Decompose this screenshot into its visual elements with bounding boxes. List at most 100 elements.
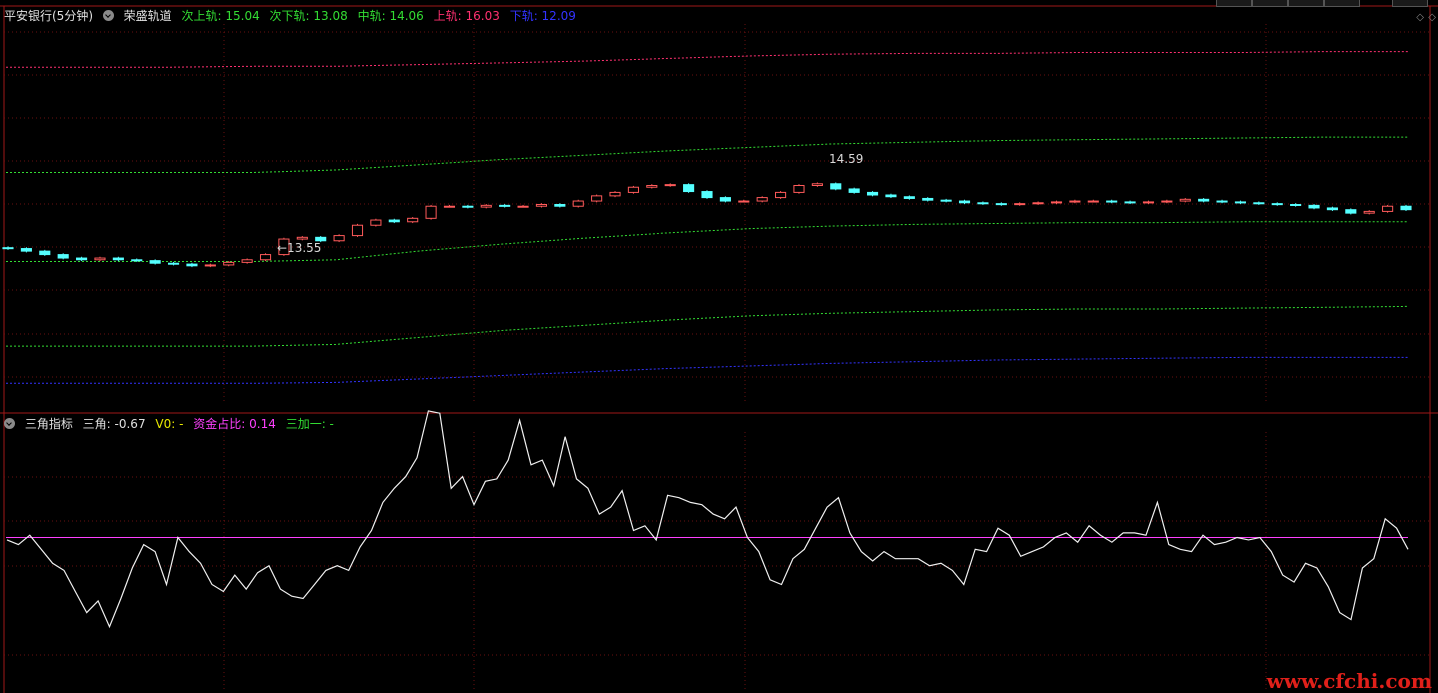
chart-canvas	[0, 0, 1438, 693]
candle-body	[462, 205, 474, 208]
toolbar-button[interactable]	[1216, 0, 1252, 7]
candle-body	[1142, 201, 1155, 204]
candle	[572, 199, 584, 208]
candle-body	[848, 188, 860, 193]
candle-body	[756, 197, 768, 202]
candle	[333, 234, 345, 243]
candle-body	[186, 263, 198, 267]
candle-body	[204, 264, 216, 267]
candle	[259, 253, 272, 262]
candle-body	[609, 191, 621, 197]
candle-body	[701, 191, 713, 199]
toolbar-button[interactable]	[1324, 0, 1360, 7]
candle	[425, 204, 437, 220]
high-price-marker: 14.59	[829, 152, 864, 166]
candle-body	[1179, 198, 1191, 202]
candle	[627, 185, 639, 194]
candle-body	[131, 259, 143, 262]
candle	[351, 223, 364, 237]
candle-body	[167, 262, 180, 265]
sub-label: 资金占比: 0.14	[193, 417, 276, 431]
candle-body	[517, 205, 529, 208]
candle-body	[39, 250, 51, 256]
candle	[775, 191, 787, 199]
candle-body	[57, 254, 69, 259]
candle-body	[2, 247, 14, 250]
candle-body	[683, 184, 695, 193]
candle-body	[1216, 200, 1228, 203]
candle-body	[793, 185, 805, 193]
candle-body	[149, 260, 161, 264]
indicator-menu-icon[interactable]	[102, 10, 114, 21]
stock-name[interactable]: 平安银行(5分钟)	[4, 9, 93, 23]
candle	[683, 183, 695, 193]
candle-body	[719, 197, 731, 202]
sub-indicator-name[interactable]: 三角指标	[25, 417, 73, 431]
candle-body	[76, 257, 88, 261]
candle-body	[1069, 200, 1081, 203]
candle-body	[223, 261, 235, 266]
candle	[407, 217, 419, 224]
candle-body	[1124, 201, 1136, 204]
candle-body	[1050, 201, 1063, 204]
indicator-name[interactable]: 荣盛轨道	[124, 9, 172, 23]
sub-indicator-menu-icon[interactable]	[4, 418, 15, 429]
candle-body	[572, 200, 584, 207]
candle-body	[554, 204, 566, 207]
candle	[609, 191, 621, 198]
candle-body	[333, 235, 345, 242]
candle-body	[443, 205, 456, 208]
candle-body	[1382, 205, 1394, 212]
candle-body	[1087, 200, 1099, 203]
candle-body	[1161, 200, 1173, 203]
candle-body	[811, 183, 823, 186]
candle	[756, 196, 768, 203]
candle	[591, 194, 603, 203]
candle-body	[977, 202, 989, 205]
candle-body	[480, 204, 492, 208]
candle-body	[885, 194, 897, 198]
band-label: 上轨: 16.03	[433, 9, 500, 23]
band-label: 次上轨: 15.04	[181, 9, 260, 23]
panel-switch-icon[interactable]: ◇	[1428, 10, 1436, 26]
candle	[848, 187, 860, 194]
candle-body	[1234, 201, 1247, 204]
candle-body	[535, 204, 548, 207]
candle-body	[1032, 202, 1044, 205]
panel-switch-icon[interactable]: ◇	[1416, 10, 1424, 26]
band-label: 次下轨: 13.08	[269, 9, 348, 23]
candle-body	[1326, 207, 1338, 211]
candle-body	[922, 197, 934, 201]
toolbar-button[interactable]	[1392, 0, 1428, 7]
sub-label: 三加一: -	[285, 417, 334, 431]
candle-body	[1198, 198, 1210, 202]
candle-body	[425, 205, 437, 219]
candle-body	[958, 200, 971, 204]
candle-body	[1253, 202, 1265, 205]
candle-body	[370, 219, 382, 226]
toolbar-button[interactable]	[1252, 0, 1288, 7]
candle-body	[1290, 204, 1302, 206]
toolbar-button[interactable]	[1288, 0, 1324, 7]
candle-body	[591, 195, 603, 202]
candle-body	[1400, 205, 1412, 211]
candle-body	[775, 191, 787, 199]
sub-label: 三角: -0.67	[82, 417, 146, 431]
candle	[701, 190, 713, 199]
sub-panel-header: 三角指标 三角: -0.67 V0: - 资金占比: 0.14 三加一: -	[4, 416, 340, 432]
candle-body	[627, 186, 639, 193]
candle-body	[241, 259, 253, 263]
band-label: 中轨: 14.06	[357, 9, 424, 23]
candle-body	[499, 204, 511, 207]
candle-body	[1014, 203, 1026, 206]
candle-body	[866, 191, 879, 196]
candle-body	[1363, 210, 1375, 214]
candle	[39, 249, 51, 256]
candle-body	[296, 236, 308, 240]
candle-body	[646, 185, 658, 188]
candle-body	[259, 254, 272, 261]
candle	[830, 182, 842, 191]
watermark: www.cfchi.com	[1266, 669, 1432, 693]
low-price-marker: ←13.55	[277, 241, 322, 255]
sub-label: V0: -	[155, 417, 184, 431]
